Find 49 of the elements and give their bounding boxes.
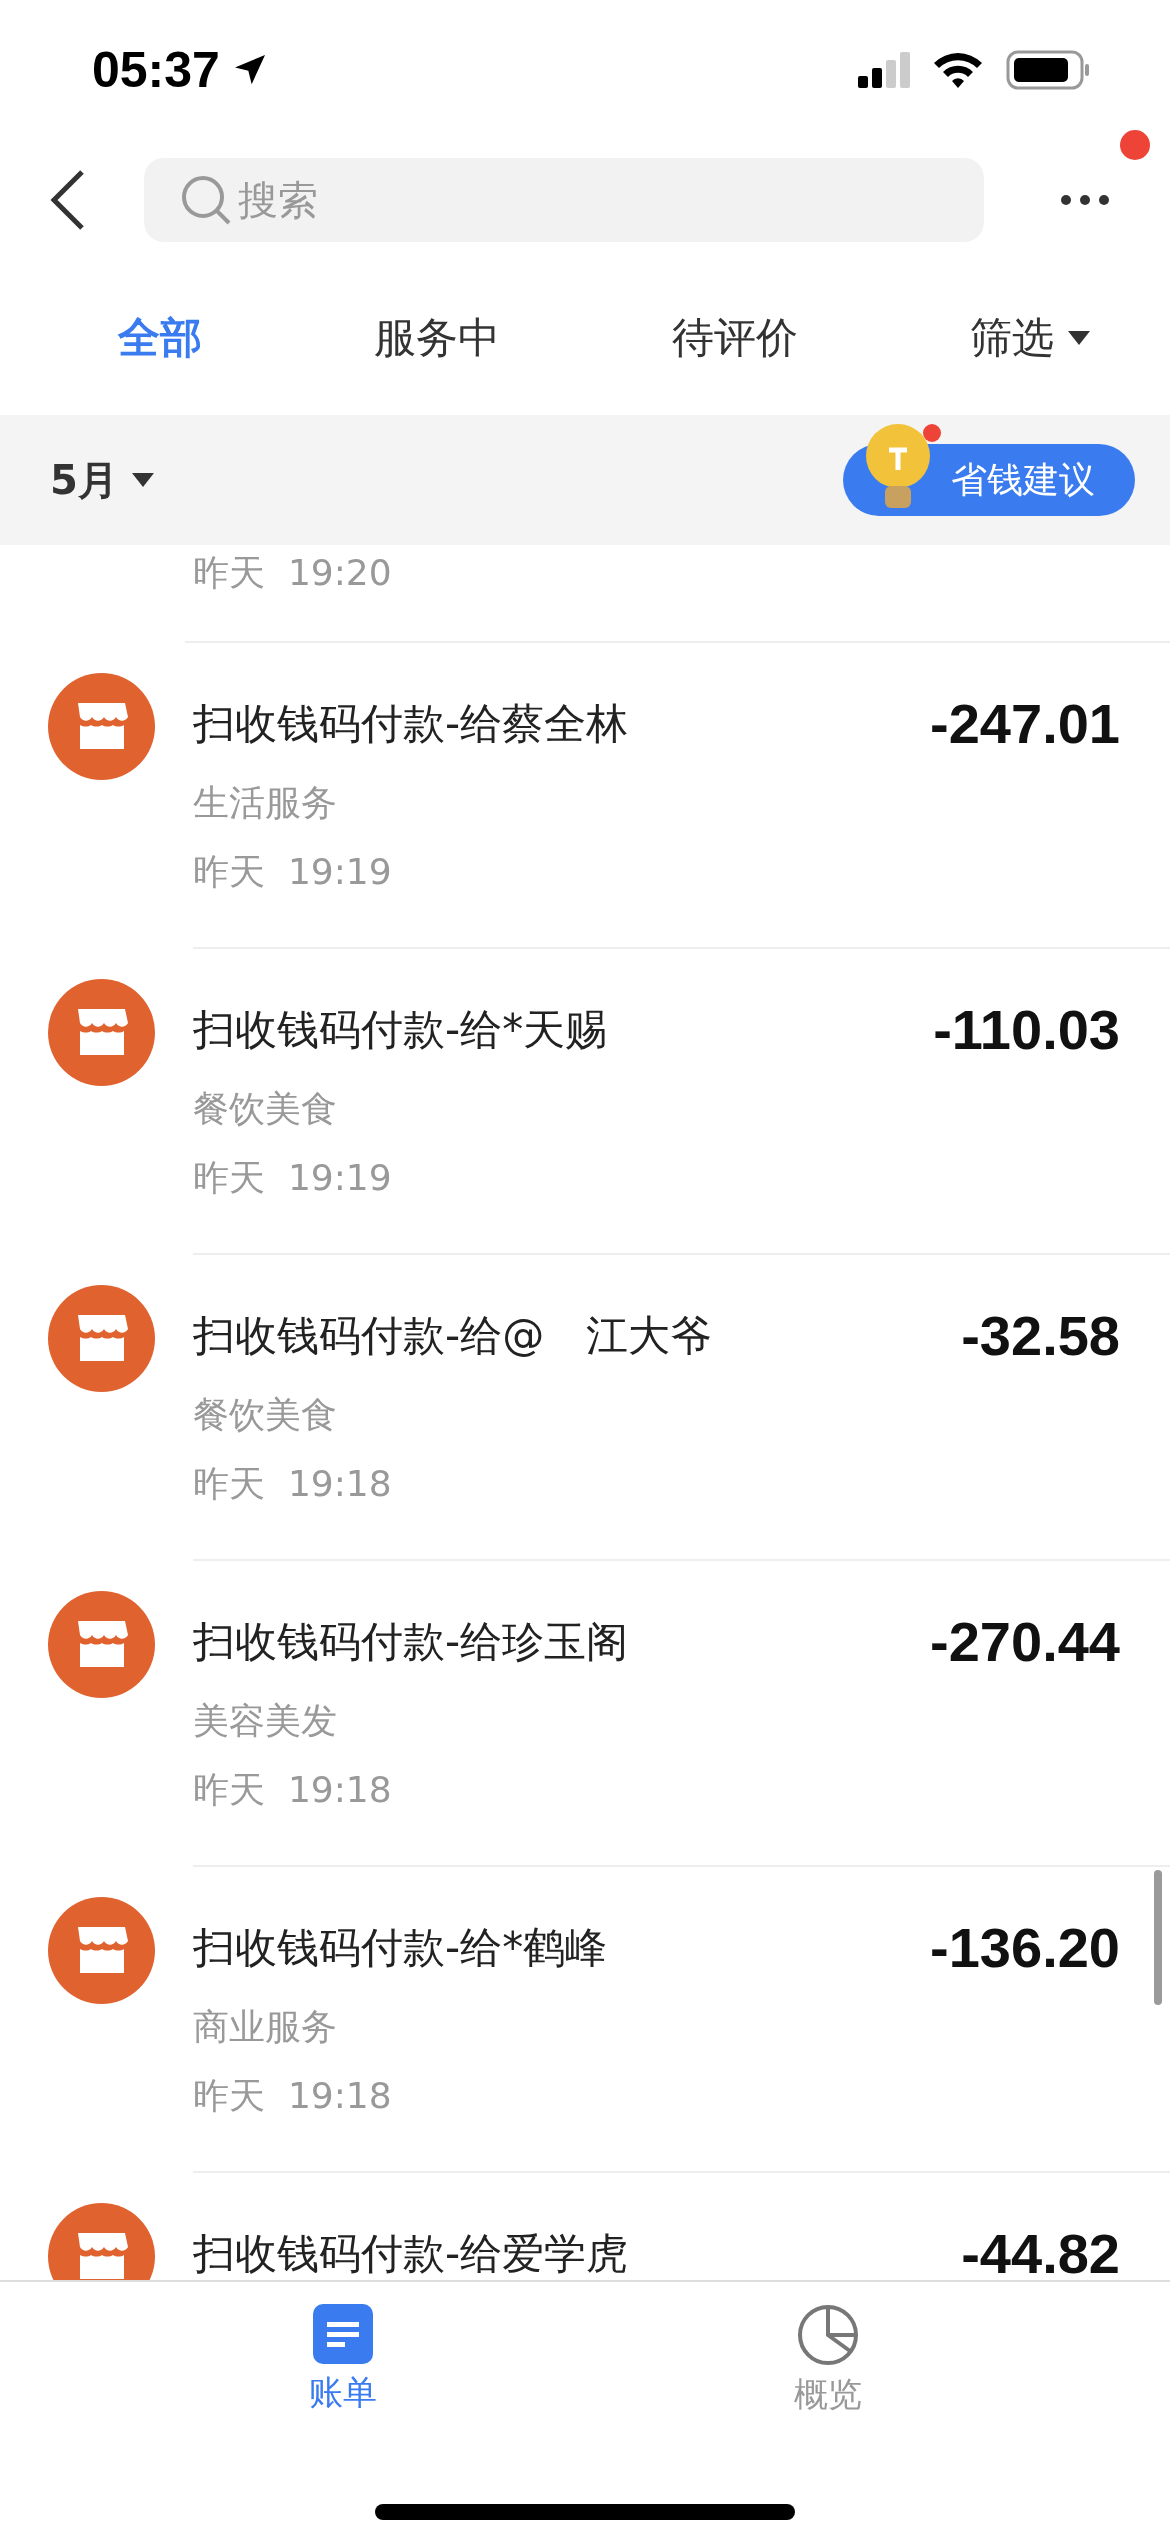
transaction-title: 扫收钱码付款-给*天赐 xyxy=(193,1004,608,1056)
transaction-row[interactable]: 扫收钱码付款-给珍玉阁 美容美发 昨天 19:18 -270.44 xyxy=(0,1561,1170,1867)
transaction-title: 扫收钱码付款-给@ 江大爷 xyxy=(193,1310,713,1362)
transaction-category: 商业服务 xyxy=(193,2005,338,2049)
month-selector[interactable]: 5月 xyxy=(50,452,154,508)
transaction-amount: -32.58 xyxy=(961,1305,1120,1369)
transaction-amount: -270.44 xyxy=(930,1611,1120,1675)
storefront-icon xyxy=(48,2203,155,2280)
filter-tab[interactable]: 全部 xyxy=(118,299,202,376)
transaction-time: 昨天 19:20 xyxy=(193,551,392,595)
caret-icon xyxy=(1068,330,1090,345)
transaction-amount: -44.82 xyxy=(961,2223,1120,2280)
transaction-amount: -136.20 xyxy=(930,1917,1120,1981)
transaction-amount: -110.03 xyxy=(933,999,1120,1063)
transaction-category: 生活服务 xyxy=(193,781,338,825)
storefront-icon xyxy=(48,1285,155,1392)
wifi-icon xyxy=(932,51,984,89)
search-icon xyxy=(180,174,232,226)
transaction-title: 扫收钱码付款-给珍玉阁 xyxy=(193,1616,629,1668)
more-icon xyxy=(1060,194,1110,206)
caret-icon xyxy=(131,473,154,487)
storefront-icon xyxy=(48,979,155,1086)
transaction-title: 扫收钱码付款-给*鹤峰 xyxy=(193,1922,608,1974)
filter-tab[interactable]: 筛选 xyxy=(970,299,1090,376)
transaction-row[interactable]: 扫收钱码付款-给*鹤峰 商业服务 昨天 19:18 -136.20 xyxy=(0,1867,1170,2173)
transaction-category: 美容美发 xyxy=(193,1699,338,1743)
transaction-row[interactable]: 扫收钱码付款-给蔡全林 生活服务 昨天 19:19 -247.01 xyxy=(0,643,1170,949)
transaction-title: 扫收钱码付款-给爱学虎 xyxy=(193,2228,629,2280)
battery-icon xyxy=(1006,50,1090,90)
transaction-time: 昨天 19:19 xyxy=(193,850,393,894)
transaction-amount: -247.01 xyxy=(930,693,1120,757)
storefront-icon xyxy=(48,673,155,780)
search-field[interactable]: 搜索 xyxy=(144,158,984,242)
storefront-icon xyxy=(48,1591,155,1698)
transaction-row[interactable]: 扫收钱码付款-给@ 江大爷 餐饮美食 昨天 19:18 -32.58 xyxy=(0,1255,1170,1561)
transaction-time: 昨天 19:19 xyxy=(193,1156,393,1200)
transaction-time: 昨天 19:18 xyxy=(193,2074,393,2118)
storefront-icon xyxy=(48,1897,155,2004)
transaction-time: 昨天 19:18 xyxy=(193,1462,393,1506)
signal-icon xyxy=(858,52,910,88)
bottom-tab[interactable]: 账单 xyxy=(308,2304,377,2418)
filter-tab[interactable]: 服务中 xyxy=(374,299,500,376)
filter-tab[interactable]: 待评价 xyxy=(672,299,798,376)
status-time: 05:37 xyxy=(92,41,220,99)
transaction-row[interactable]: 扫收钱码付款-给*天赐 餐饮美食 昨天 19:19 -110.03 xyxy=(0,949,1170,1255)
transaction-time: 昨天 19:18 xyxy=(193,1768,393,1812)
transaction-title: 扫收钱码付款-给蔡全林 xyxy=(193,698,629,750)
transaction-category: 餐饮美食 xyxy=(193,1393,338,1437)
transaction-category: 餐饮美食 xyxy=(193,1087,338,1131)
